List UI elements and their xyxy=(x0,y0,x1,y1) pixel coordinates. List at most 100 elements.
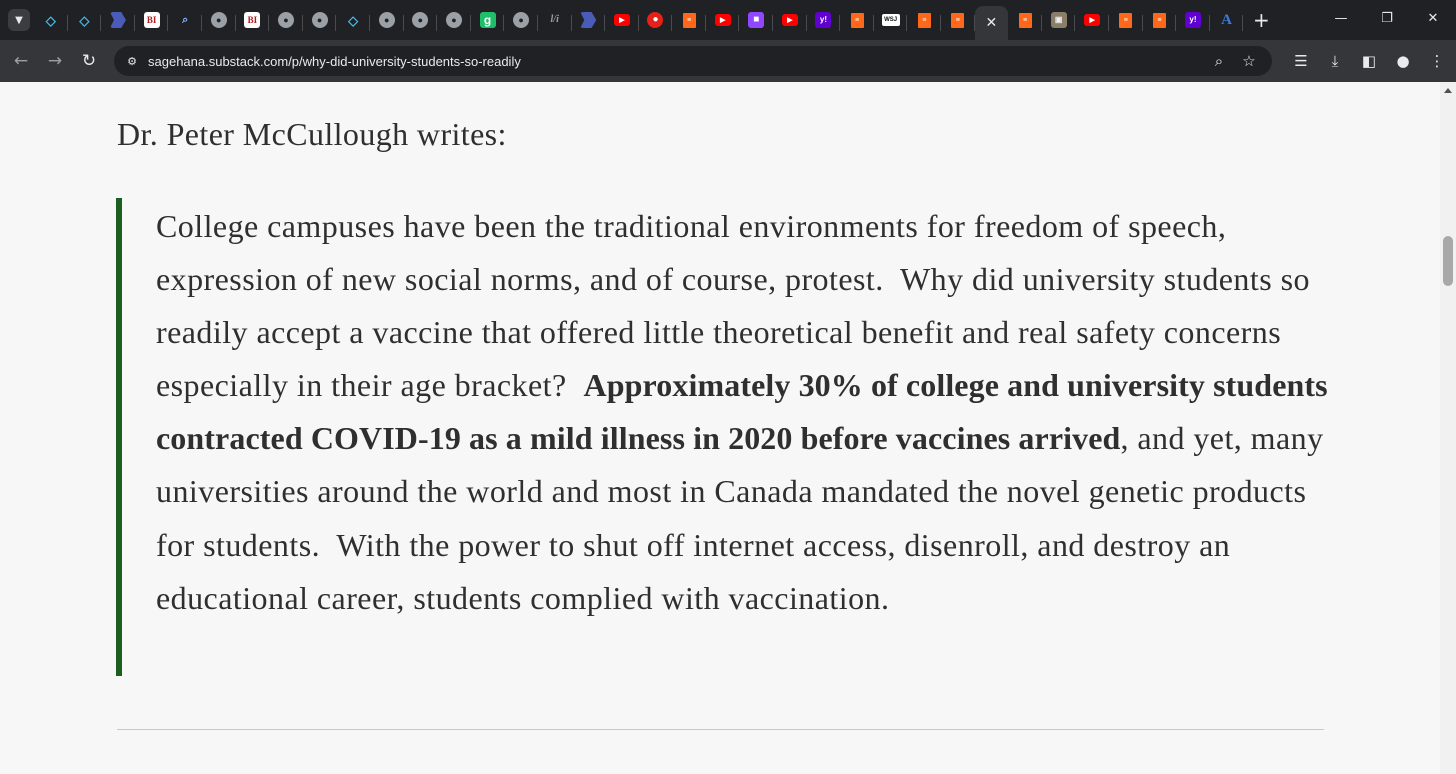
globe-icon: ● xyxy=(277,12,294,28)
chevron-down-icon: ▼ xyxy=(15,14,23,26)
page-scrollbar[interactable] xyxy=(1440,82,1456,774)
profile-button[interactable]: ● xyxy=(1386,44,1420,78)
twitch-icon: ■ xyxy=(748,12,765,28)
side-panel-icon: ◧ xyxy=(1361,52,1377,70)
browser-tab[interactable]: l/i xyxy=(538,4,572,36)
browser-tab[interactable]: ● xyxy=(504,4,538,36)
browser-tab[interactable]: ▣ xyxy=(1042,4,1076,36)
page-viewport: Dr. Peter McCullough writes: College cam… xyxy=(0,82,1440,774)
tab-list: ◇ ◇ BI ⌕ ● BI ● ● ◇ ● ● ● g ● l/i ▶ ● ≡ ▶ ■ ▶ y! ≡ WSJ ≡ ≡ ✕ ≡ ▣ ▶ ≡ ≡ y… xyxy=(34,0,1243,40)
substack-icon: ≡ xyxy=(682,12,696,28)
browser-tab[interactable]: WSJ xyxy=(874,4,908,36)
star-icon: ☆ xyxy=(1242,52,1256,70)
wsj-icon: WSJ xyxy=(881,14,900,26)
bi-icon: BI xyxy=(244,12,261,28)
browser-tab[interactable]: BI xyxy=(135,4,169,36)
browser-tab[interactable] xyxy=(101,4,135,36)
bookmark-button[interactable]: ☆ xyxy=(1234,46,1264,76)
site-info-button[interactable]: ⚙ xyxy=(120,49,144,73)
forward-arrow-icon: → xyxy=(47,51,63,71)
browser-tab[interactable]: ⌕ xyxy=(168,4,202,36)
tab-strip: ▼ ◇ ◇ BI ⌕ ● BI ● ● ◇ ● ● ● g ● l/i ▶ ● ≡ ▶ ■ ▶ y! ≡ WSJ ≡ ≡ ✕ ≡ ▣ ▶ ≡… xyxy=(0,0,1456,40)
browser-tab[interactable] xyxy=(572,4,606,36)
browser-tab[interactable]: ▶ xyxy=(773,4,807,36)
close-icon: ✕ xyxy=(1427,10,1439,26)
browser-tab[interactable]: ≡ xyxy=(1008,4,1042,36)
magnifier-icon: ⌕ xyxy=(182,13,189,26)
browser-tab[interactable]: ● xyxy=(437,4,471,36)
globe-icon: ● xyxy=(513,12,530,28)
browser-tab[interactable]: ● xyxy=(303,4,337,36)
browser-tab[interactable]: ■ xyxy=(739,4,773,36)
minimize-button[interactable]: — xyxy=(1318,0,1364,36)
tab-search-button[interactable]: ▼ xyxy=(8,9,30,31)
close-icon[interactable]: ✕ xyxy=(986,15,998,31)
browser-tab[interactable]: ● xyxy=(202,4,236,36)
browser-tab[interactable]: ≡ xyxy=(1143,4,1177,36)
browser-tab[interactable]: ≡ xyxy=(1109,4,1143,36)
shield-icon: ◇ xyxy=(45,12,56,28)
toolbar-actions: ☰ ⤓ ◧ ● ⋮ xyxy=(1284,44,1454,78)
tab-active[interactable]: ✕ xyxy=(974,6,1009,40)
window-controls: — ❐ ✕ xyxy=(1318,0,1456,40)
reading-list-icon: ☰ xyxy=(1294,52,1308,70)
youtube-icon: ▶ xyxy=(781,14,798,26)
reload-icon: ↻ xyxy=(81,51,97,71)
browser-tab[interactable]: ◇ xyxy=(34,4,68,36)
browser-toolbar: ← → ↻ ⚙ sagehana.substack.com/p/why-did-… xyxy=(0,40,1456,82)
letter-a-icon: A xyxy=(1221,11,1232,28)
substack-icon: ≡ xyxy=(850,12,864,28)
browser-tab[interactable]: ● xyxy=(639,4,673,36)
globe-icon: ● xyxy=(210,12,227,28)
g-icon: g xyxy=(479,12,496,28)
browser-tab[interactable]: A xyxy=(1210,4,1244,36)
reload-button[interactable]: ↻ xyxy=(72,44,106,78)
address-bar[interactable]: ⚙ sagehana.substack.com/p/why-did-univer… xyxy=(114,46,1272,76)
browser-tab[interactable]: ● xyxy=(404,4,438,36)
browser-tab[interactable]: ▶ xyxy=(1075,4,1109,36)
zoom-button[interactable]: ⌕ xyxy=(1204,46,1234,76)
tune-icon: ⚙ xyxy=(127,54,137,68)
yahoo-icon: y! xyxy=(815,12,832,28)
url-text[interactable]: sagehana.substack.com/p/why-did-universi… xyxy=(148,54,521,69)
yahoo-icon: y! xyxy=(1184,12,1201,28)
side-panel-button[interactable]: ◧ xyxy=(1352,44,1386,78)
close-window-button[interactable]: ✕ xyxy=(1410,0,1456,36)
browser-tab[interactable]: ≡ xyxy=(672,4,706,36)
browser-tab[interactable]: BI xyxy=(236,4,270,36)
browser-tab[interactable]: y! xyxy=(1176,4,1210,36)
browser-tab[interactable]: g xyxy=(471,4,505,36)
browser-tab[interactable]: ◇ xyxy=(68,4,102,36)
globe-icon: ● xyxy=(378,12,395,28)
browser-tab[interactable]: ▶ xyxy=(605,4,639,36)
plus-icon: + xyxy=(1252,8,1270,32)
back-arrow-icon: ← xyxy=(13,51,29,71)
browser-tab[interactable]: ≡ xyxy=(941,4,975,36)
downloads-button[interactable]: ⤓ xyxy=(1318,44,1352,78)
browser-tab[interactable]: ● xyxy=(269,4,303,36)
youtube-icon: ▶ xyxy=(714,14,731,26)
browser-tab[interactable]: ≡ xyxy=(907,4,941,36)
zoom-icon: ⌕ xyxy=(1214,52,1224,70)
menu-button[interactable]: ⋮ xyxy=(1420,44,1454,78)
substack-icon: ≡ xyxy=(1119,12,1133,28)
browser-tab[interactable]: ◇ xyxy=(336,4,370,36)
back-button[interactable]: ← xyxy=(4,44,38,78)
new-tab-button[interactable]: + xyxy=(1247,6,1275,34)
restore-button[interactable]: ❐ xyxy=(1364,0,1410,36)
minimize-icon: — xyxy=(1334,10,1348,26)
scroll-up-arrow-icon[interactable] xyxy=(1444,88,1452,93)
bi-icon: BI xyxy=(143,12,160,28)
browser-tab[interactable]: y! xyxy=(807,4,841,36)
microphone-icon: ● xyxy=(647,12,664,28)
browser-tab[interactable]: ≡ xyxy=(840,4,874,36)
arrow-icon xyxy=(580,12,597,28)
browser-tab[interactable]: ▶ xyxy=(706,4,740,36)
reading-list-button[interactable]: ☰ xyxy=(1284,44,1318,78)
substack-icon: ≡ xyxy=(1152,12,1166,28)
globe-icon: ● xyxy=(445,12,462,28)
forward-button[interactable]: → xyxy=(38,44,72,78)
browser-tab[interactable]: ● xyxy=(370,4,404,36)
blockquote-text: College campuses have been the tradition… xyxy=(156,200,1332,625)
scrollbar-thumb[interactable] xyxy=(1443,236,1453,286)
